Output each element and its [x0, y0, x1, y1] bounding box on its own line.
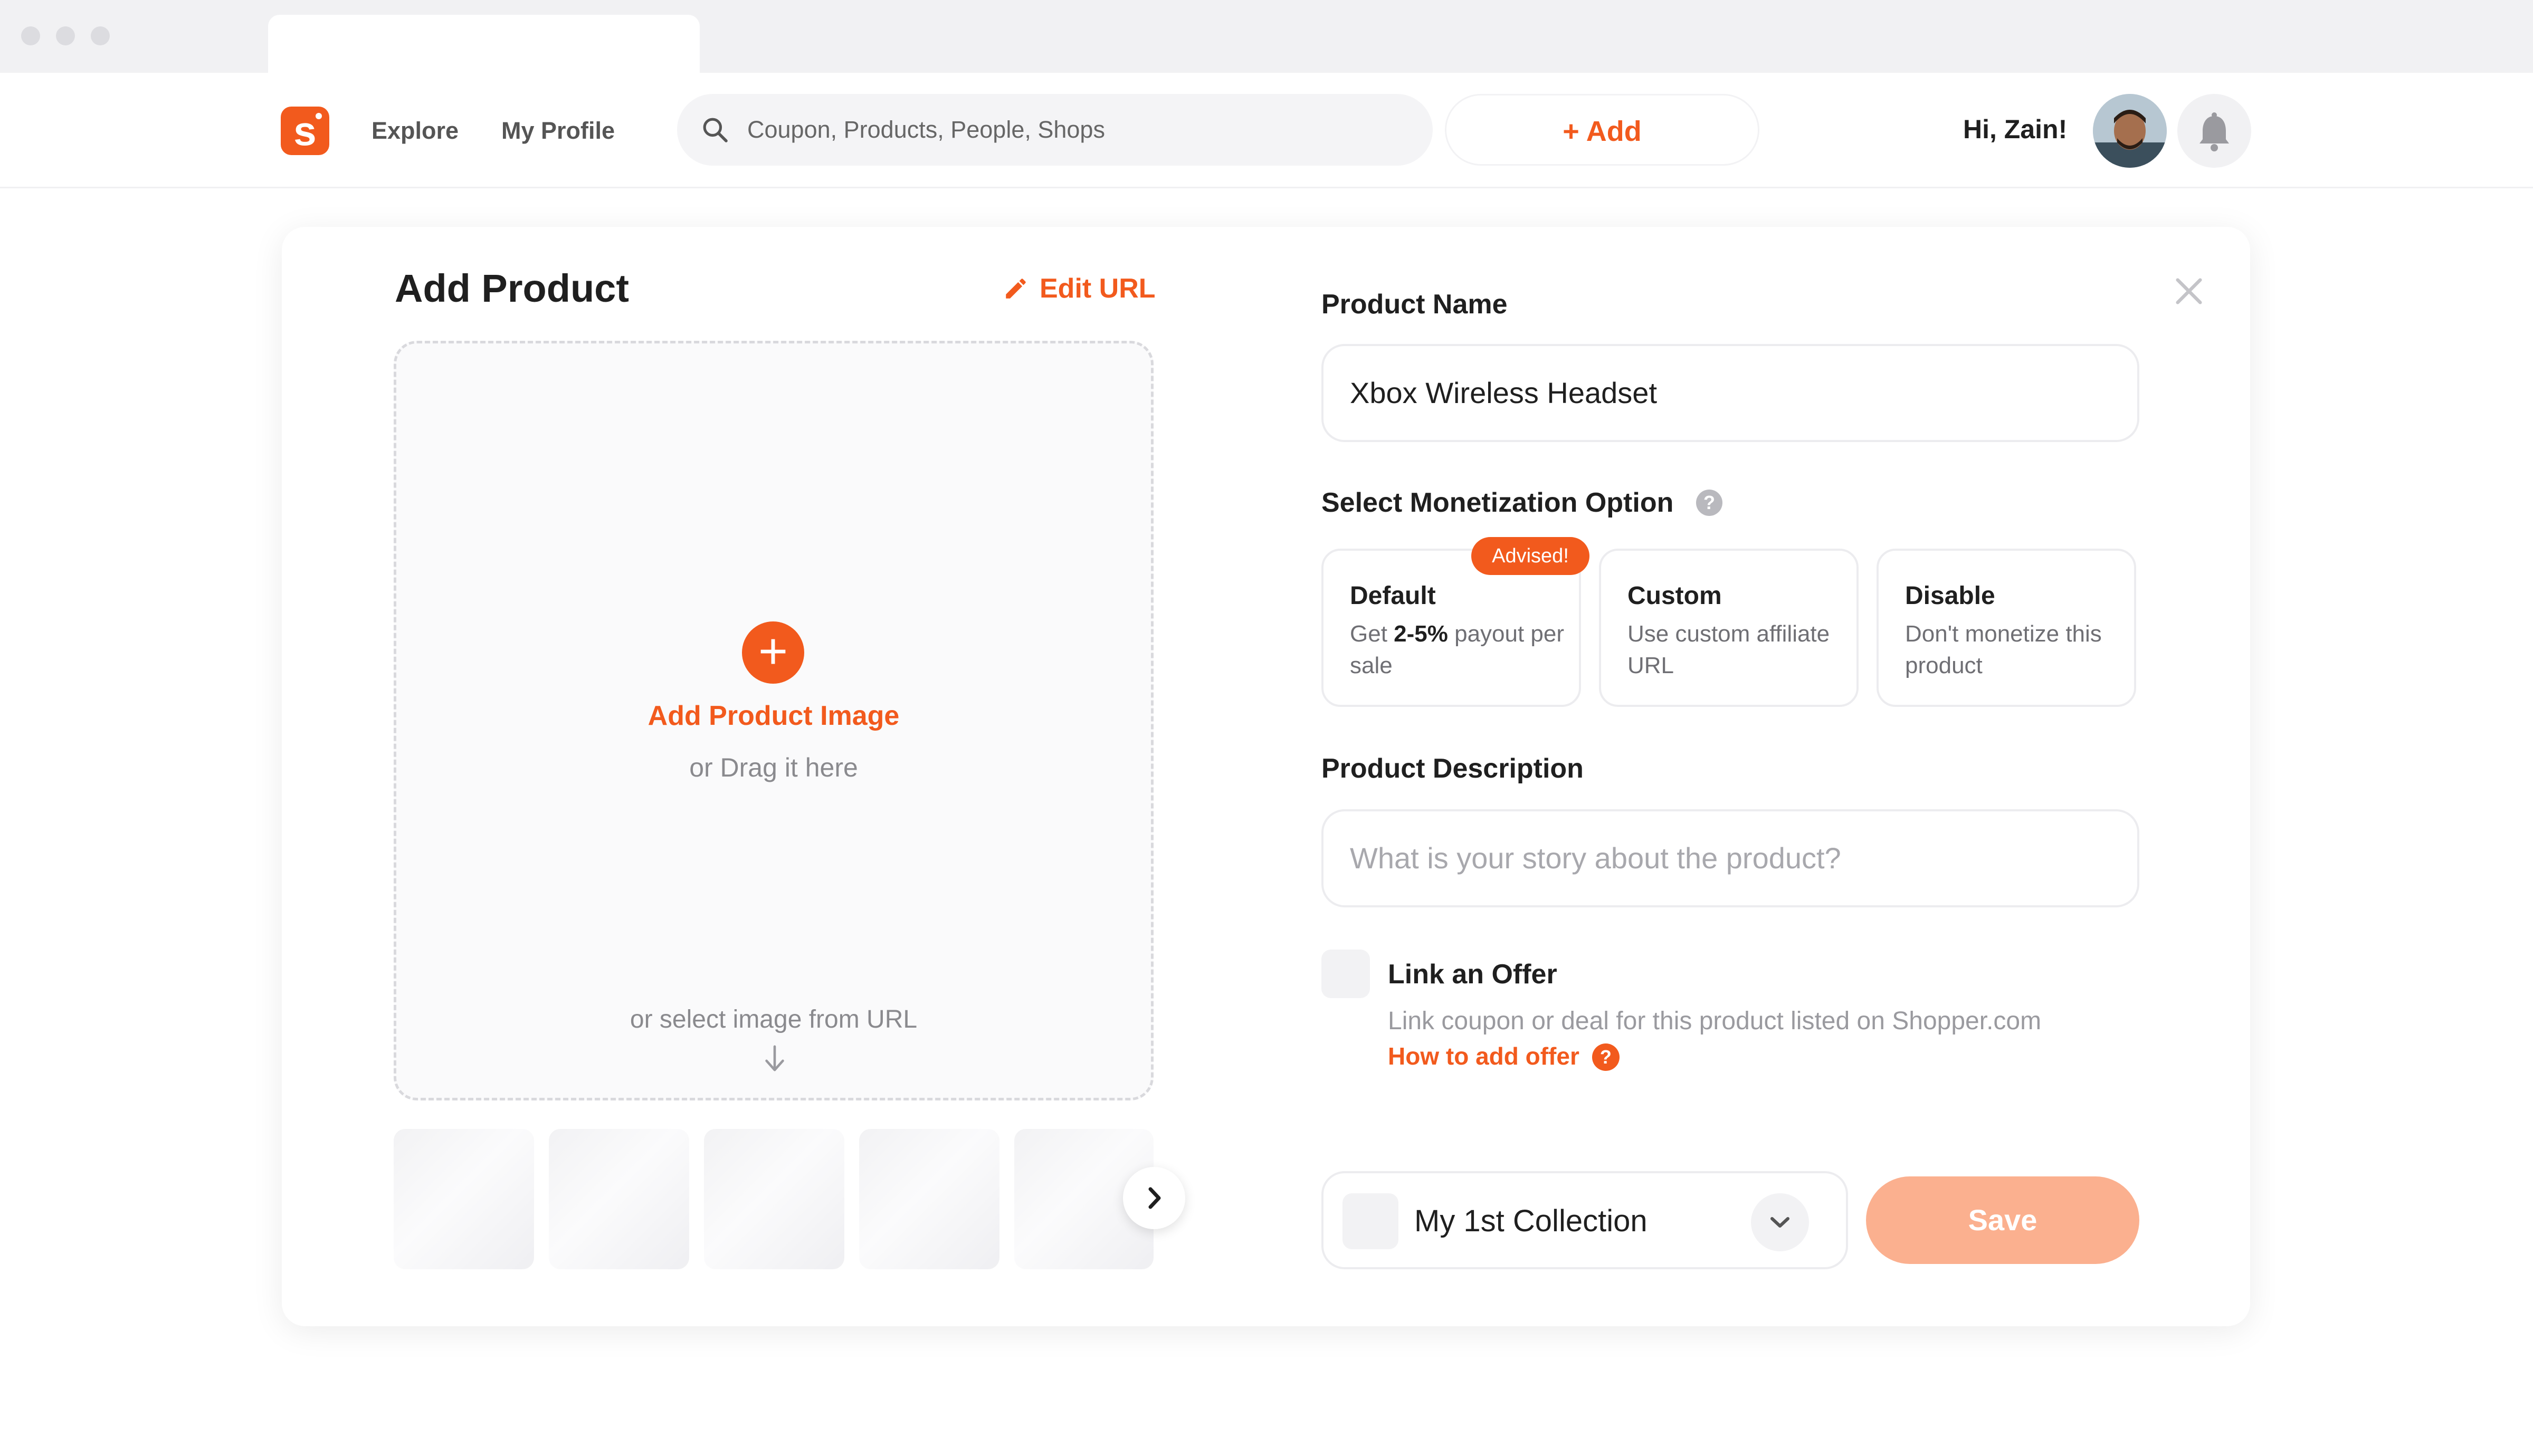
search-icon	[703, 118, 728, 142]
option-disable[interactable]: Disable Don't monetize this product	[1877, 549, 2136, 707]
chevron-right-icon	[1148, 1187, 1161, 1209]
add-product-image-link[interactable]: Add Product Image	[394, 697, 1154, 734]
edit-url-link[interactable]: Edit URL	[1003, 270, 1156, 307]
link-offer-description: Link coupon or deal for this product lis…	[1388, 1007, 2042, 1035]
notifications-button[interactable]	[2177, 94, 2251, 168]
search-input[interactable]: Coupon, Products, People, Shops	[747, 115, 1105, 145]
avatar[interactable]	[2093, 94, 2167, 168]
option-disable-title: Disable	[1905, 582, 1995, 610]
collection-thumbnail	[1342, 1193, 1398, 1249]
greeting: Hi, Zain!	[1963, 114, 2068, 144]
product-name-value: Xbox Wireless Headset	[1350, 376, 1658, 409]
logo-s-icon[interactable]: s	[281, 107, 329, 155]
help-icon: ?	[1592, 1043, 1620, 1071]
option-disable-desc: Don't monetize this product	[1905, 621, 2102, 678]
option-custom-desc: Use custom affiliate URL	[1627, 621, 1830, 678]
pencil-icon	[1006, 279, 1026, 299]
image-thumbnail[interactable]	[704, 1129, 844, 1269]
window-close-dot[interactable]	[21, 26, 40, 45]
chevron-down-icon[interactable]	[1751, 1193, 1809, 1251]
image-thumbnail[interactable]	[394, 1129, 534, 1269]
avatar-image	[2093, 94, 2167, 168]
how-to-add-offer-link[interactable]: How to add offer?	[1388, 1039, 1620, 1073]
arrow-down-icon	[765, 1045, 784, 1071]
help-icon[interactable]: ?	[1696, 490, 1722, 516]
search-bar[interactable]: Coupon, Products, People, Shops	[677, 94, 1433, 166]
save-button[interactable]: Save	[1866, 1176, 2139, 1264]
advised-badge: Advised!	[1471, 537, 1589, 575]
thumbnails-next-button[interactable]	[1123, 1167, 1185, 1229]
page-title: Add Product	[395, 266, 629, 310]
edit-url-label: Edit URL	[1040, 273, 1156, 304]
monetization-label: Select Monetization Option	[1321, 487, 1674, 518]
bell-icon	[2199, 112, 2229, 151]
product-name-field[interactable]: Xbox Wireless Headset	[1321, 344, 2139, 442]
option-custom-title: Custom	[1627, 582, 1722, 610]
option-default-desc: Get 2-5% payout per sale	[1350, 621, 1565, 678]
product-description-label: Product Description	[1321, 753, 1584, 784]
add-button[interactable]: + Add	[1445, 94, 1759, 166]
close-icon[interactable]	[2172, 274, 2206, 308]
select-from-url-link[interactable]: or select image from URL	[394, 1001, 1154, 1038]
option-custom[interactable]: Custom Use custom affiliate URL	[1599, 549, 1859, 707]
window-maximize-dot[interactable]	[91, 26, 110, 45]
link-offer-label: Link an Offer	[1388, 959, 1557, 990]
plus-icon[interactable]: +	[742, 621, 804, 684]
chevron-down-glyph	[1770, 1217, 1789, 1228]
browser-tab[interactable]	[268, 15, 700, 74]
image-thumbnail[interactable]	[859, 1129, 999, 1269]
product-name-label: Product Name	[1321, 289, 1508, 320]
collection-value: My 1st Collection	[1414, 1204, 1648, 1238]
collection-select[interactable]: My 1st Collection	[1321, 1171, 1848, 1269]
product-description-placeholder: What is your story about the product?	[1350, 841, 1841, 875]
nav-explore[interactable]: Explore	[372, 116, 459, 146]
link-offer-checkbox[interactable]	[1321, 950, 1370, 998]
option-default-title: Default	[1350, 582, 1436, 610]
window-minimize-dot[interactable]	[56, 26, 75, 45]
product-description-field[interactable]: What is your story about the product?	[1321, 809, 2139, 907]
nav-my-profile[interactable]: My Profile	[501, 116, 615, 146]
drag-hint: or Drag it here	[689, 753, 858, 782]
image-thumbnail[interactable]	[549, 1129, 689, 1269]
